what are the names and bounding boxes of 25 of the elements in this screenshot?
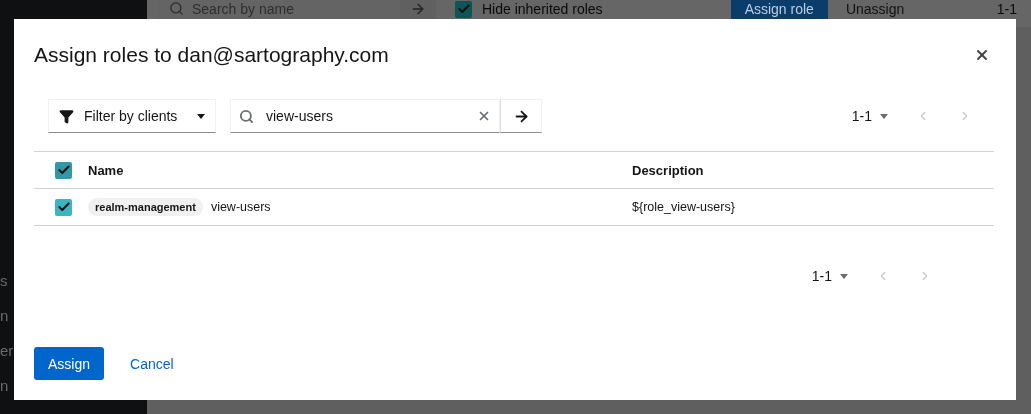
search-button[interactable] [500, 99, 542, 133]
pagination-toggle[interactable]: 1-1 [807, 264, 852, 288]
arrow-right-icon [410, 1, 426, 17]
checkbox-label: Hide inherited roles [482, 1, 603, 17]
select-all-checkbox[interactable] [55, 161, 72, 179]
assign-button[interactable]: Assign [34, 347, 105, 380]
role-name: view-users [210, 200, 271, 214]
search-field[interactable]: view-users [230, 99, 500, 133]
caret-icon [840, 273, 848, 279]
column-header: Description [632, 162, 705, 178]
close-icon [974, 47, 990, 63]
column-header: Name [88, 162, 125, 178]
filter-icon [59, 108, 74, 124]
caret-icon [880, 113, 888, 119]
table-cell-text: ${role_view-users} [632, 200, 736, 214]
client-label: realm-management [88, 198, 203, 216]
filter-dropdown[interactable]: Filter by clients [48, 99, 216, 133]
search-icon [169, 1, 184, 16]
clear-icon[interactable] [477, 109, 491, 123]
pagination-toggle[interactable]: 1-1 [847, 104, 892, 128]
checkbox[interactable] [455, 0, 472, 18]
search-icon [239, 108, 254, 124]
row-checkbox[interactable] [55, 198, 72, 216]
cancel-button[interactable]: Cancel [116, 347, 188, 380]
dialog-title: Assign roles to dan@sartography.com [34, 43, 389, 67]
